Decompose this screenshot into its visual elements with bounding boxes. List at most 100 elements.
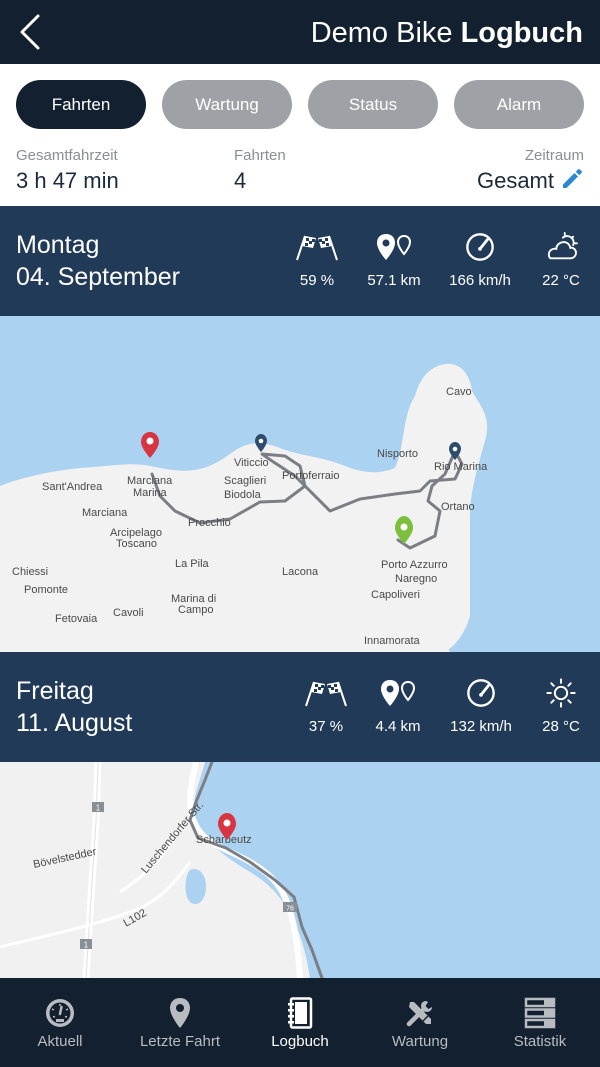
- back-chevron-icon[interactable]: [14, 10, 54, 54]
- notebook-icon: [288, 997, 313, 1029]
- map-place-label: Innamorata: [364, 635, 421, 647]
- temperature-value: 22 °C: [542, 272, 580, 289]
- route-map-1[interactable]: Cavo Viticcio Nisporto Rio Marina Scagli…: [0, 316, 600, 652]
- period-value: Gesamt: [476, 168, 554, 193]
- map-place-label: La Pila: [175, 558, 210, 570]
- map-place-label: Campo: [178, 604, 213, 616]
- route-pins-icon: [377, 234, 412, 260]
- stat-distance: 4.4 km: [353, 678, 443, 736]
- speedometer-icon: [467, 679, 495, 707]
- route-map-2[interactable]: 1 1 76 Scharbeutz Bövelstedder Luschendo…: [0, 762, 600, 978]
- map-place-label: Scaglieri: [224, 475, 266, 487]
- stat-distance: 57.1 km: [349, 232, 439, 290]
- map-place-label: Marciana: [82, 507, 128, 519]
- total-time-label: Gesamtfahrzeit: [16, 147, 118, 164]
- map-place-label: Cavo: [446, 386, 472, 398]
- map-place-label: Chiessi: [12, 566, 48, 578]
- map-place-label: Naregno: [395, 573, 437, 585]
- trip-summary: Gesamtfahrzeit 3 h 47 min Fahrten 4 Zeit…: [0, 146, 600, 204]
- summary-trips: Fahrten 4: [234, 146, 286, 195]
- total-time-value: 3 h 47 min: [16, 168, 119, 193]
- map-place-label: Biodola: [224, 489, 262, 501]
- map-place-label: Toscano: [116, 538, 157, 550]
- map-place-label: Portoferraio: [282, 470, 339, 482]
- stat-weather: 22 °C: [516, 232, 600, 290]
- day-banner-2[interactable]: Freitag 11. August 37 % 4.4 km 132 km/h …: [0, 652, 600, 762]
- trips-label: Fahrten: [234, 147, 286, 164]
- app-header: Demo Bike Logbuch: [0, 0, 600, 64]
- page-title: Demo Bike Logbuch: [311, 15, 583, 51]
- day-date: 04. September: [16, 263, 180, 291]
- map-place-label: Sant'Andrea: [42, 481, 103, 493]
- racing-flags-icon: [296, 235, 338, 261]
- stat-speed: 132 km/h: [436, 678, 526, 736]
- trips-value: 4: [234, 168, 247, 193]
- start-pin-icon[interactable]: [141, 432, 159, 458]
- map-place-label: Lacona: [282, 566, 319, 578]
- bottom-tab-bar: Aktuell Letzte Fahrt Logbuch Wartung Sta…: [0, 978, 600, 1067]
- speedometer-icon: [466, 233, 494, 261]
- road-shield-label: 1: [96, 804, 101, 813]
- nav-label: Wartung: [391, 1033, 449, 1050]
- gauge-icon: [46, 999, 74, 1027]
- list-icon: [524, 997, 556, 1029]
- map-place-label: Fetovaia: [55, 613, 98, 625]
- nav-statistik[interactable]: Statistik: [480, 978, 600, 1067]
- map-place-label: Viticcio: [234, 457, 269, 469]
- road-shield: 1: [92, 802, 104, 813]
- nav-logbuch[interactable]: Logbuch: [240, 978, 360, 1067]
- nav-label: Logbuch: [271, 1033, 329, 1050]
- period-value-row[interactable]: Gesamt: [477, 167, 584, 195]
- distance-value: 57.1 km: [367, 272, 421, 289]
- tab-wartung[interactable]: Wartung: [162, 80, 292, 129]
- map-scharbeutz: 1 1 76 Scharbeutz Bövelstedder Luschendo…: [0, 762, 324, 978]
- day-weekday: Freitag: [16, 677, 94, 705]
- nav-label: Aktuell: [37, 1033, 83, 1050]
- map-place-label: Cavoli: [113, 607, 144, 619]
- title-device: Demo Bike: [310, 17, 453, 49]
- nav-aktuell[interactable]: Aktuell: [0, 978, 120, 1067]
- segment-tabs: Fahrten Wartung Status Alarm: [0, 80, 600, 130]
- map-place-label: Rio Marina: [434, 461, 488, 473]
- speed-value: 166 km/h: [449, 272, 511, 289]
- distance-value: 4.4 km: [375, 718, 421, 735]
- summary-total-time: Gesamtfahrzeit 3 h 47 min: [16, 146, 119, 195]
- day-banner-1[interactable]: Montag 04. September 59 % 57.1 km 166 km…: [0, 206, 600, 316]
- day-date: 11. August: [16, 709, 133, 737]
- racing-flags-icon: [305, 681, 347, 707]
- summary-period[interactable]: Zeitraum Gesamt: [477, 146, 584, 195]
- road-shield-label: 1: [84, 941, 89, 950]
- nav-wartung[interactable]: Wartung: [360, 978, 480, 1067]
- tab-fahrten[interactable]: Fahrten: [16, 80, 146, 129]
- road-shield: 1: [80, 939, 92, 950]
- road-shield-label: 76: [286, 906, 294, 913]
- cloud-sun-icon: [547, 232, 578, 260]
- temperature-value: 28 °C: [542, 718, 580, 735]
- stat-speed: 166 km/h: [435, 232, 525, 290]
- map-place-label: Marina: [133, 487, 168, 499]
- period-label: Zeitraum: [524, 147, 584, 164]
- road-shield: 76: [283, 902, 297, 913]
- nav-label: Statistik: [513, 1033, 567, 1050]
- tools-icon: [406, 1001, 432, 1027]
- map-place-label: Ortano: [441, 501, 475, 513]
- tab-status[interactable]: Status: [308, 80, 438, 129]
- map-elba: Cavo Viticcio Nisporto Rio Marina Scagli…: [0, 363, 488, 652]
- stat-weather: 28 °C: [516, 678, 600, 736]
- day-weekday: Montag: [16, 231, 100, 259]
- map-pin-icon: [170, 998, 190, 1028]
- nav-letzte-fahrt[interactable]: Letzte Fahrt: [120, 978, 240, 1067]
- sun-icon: [546, 678, 576, 708]
- tab-alarm[interactable]: Alarm: [454, 80, 584, 129]
- map-place-label: Marciana: [127, 475, 173, 487]
- map-place-label: Procchio: [188, 517, 231, 529]
- pencil-icon[interactable]: [560, 167, 584, 191]
- map-place-label: Pomonte: [24, 584, 68, 596]
- map-place-label: Nisporto: [377, 448, 418, 460]
- route-pins-icon: [381, 680, 416, 706]
- map-place-label: Porto Azzurro: [381, 559, 448, 571]
- map-place-label: Capoliveri: [371, 589, 420, 601]
- title-section: Logbuch: [460, 17, 583, 49]
- speed-value: 132 km/h: [450, 718, 512, 735]
- nav-label: Letzte Fahrt: [139, 1033, 221, 1050]
